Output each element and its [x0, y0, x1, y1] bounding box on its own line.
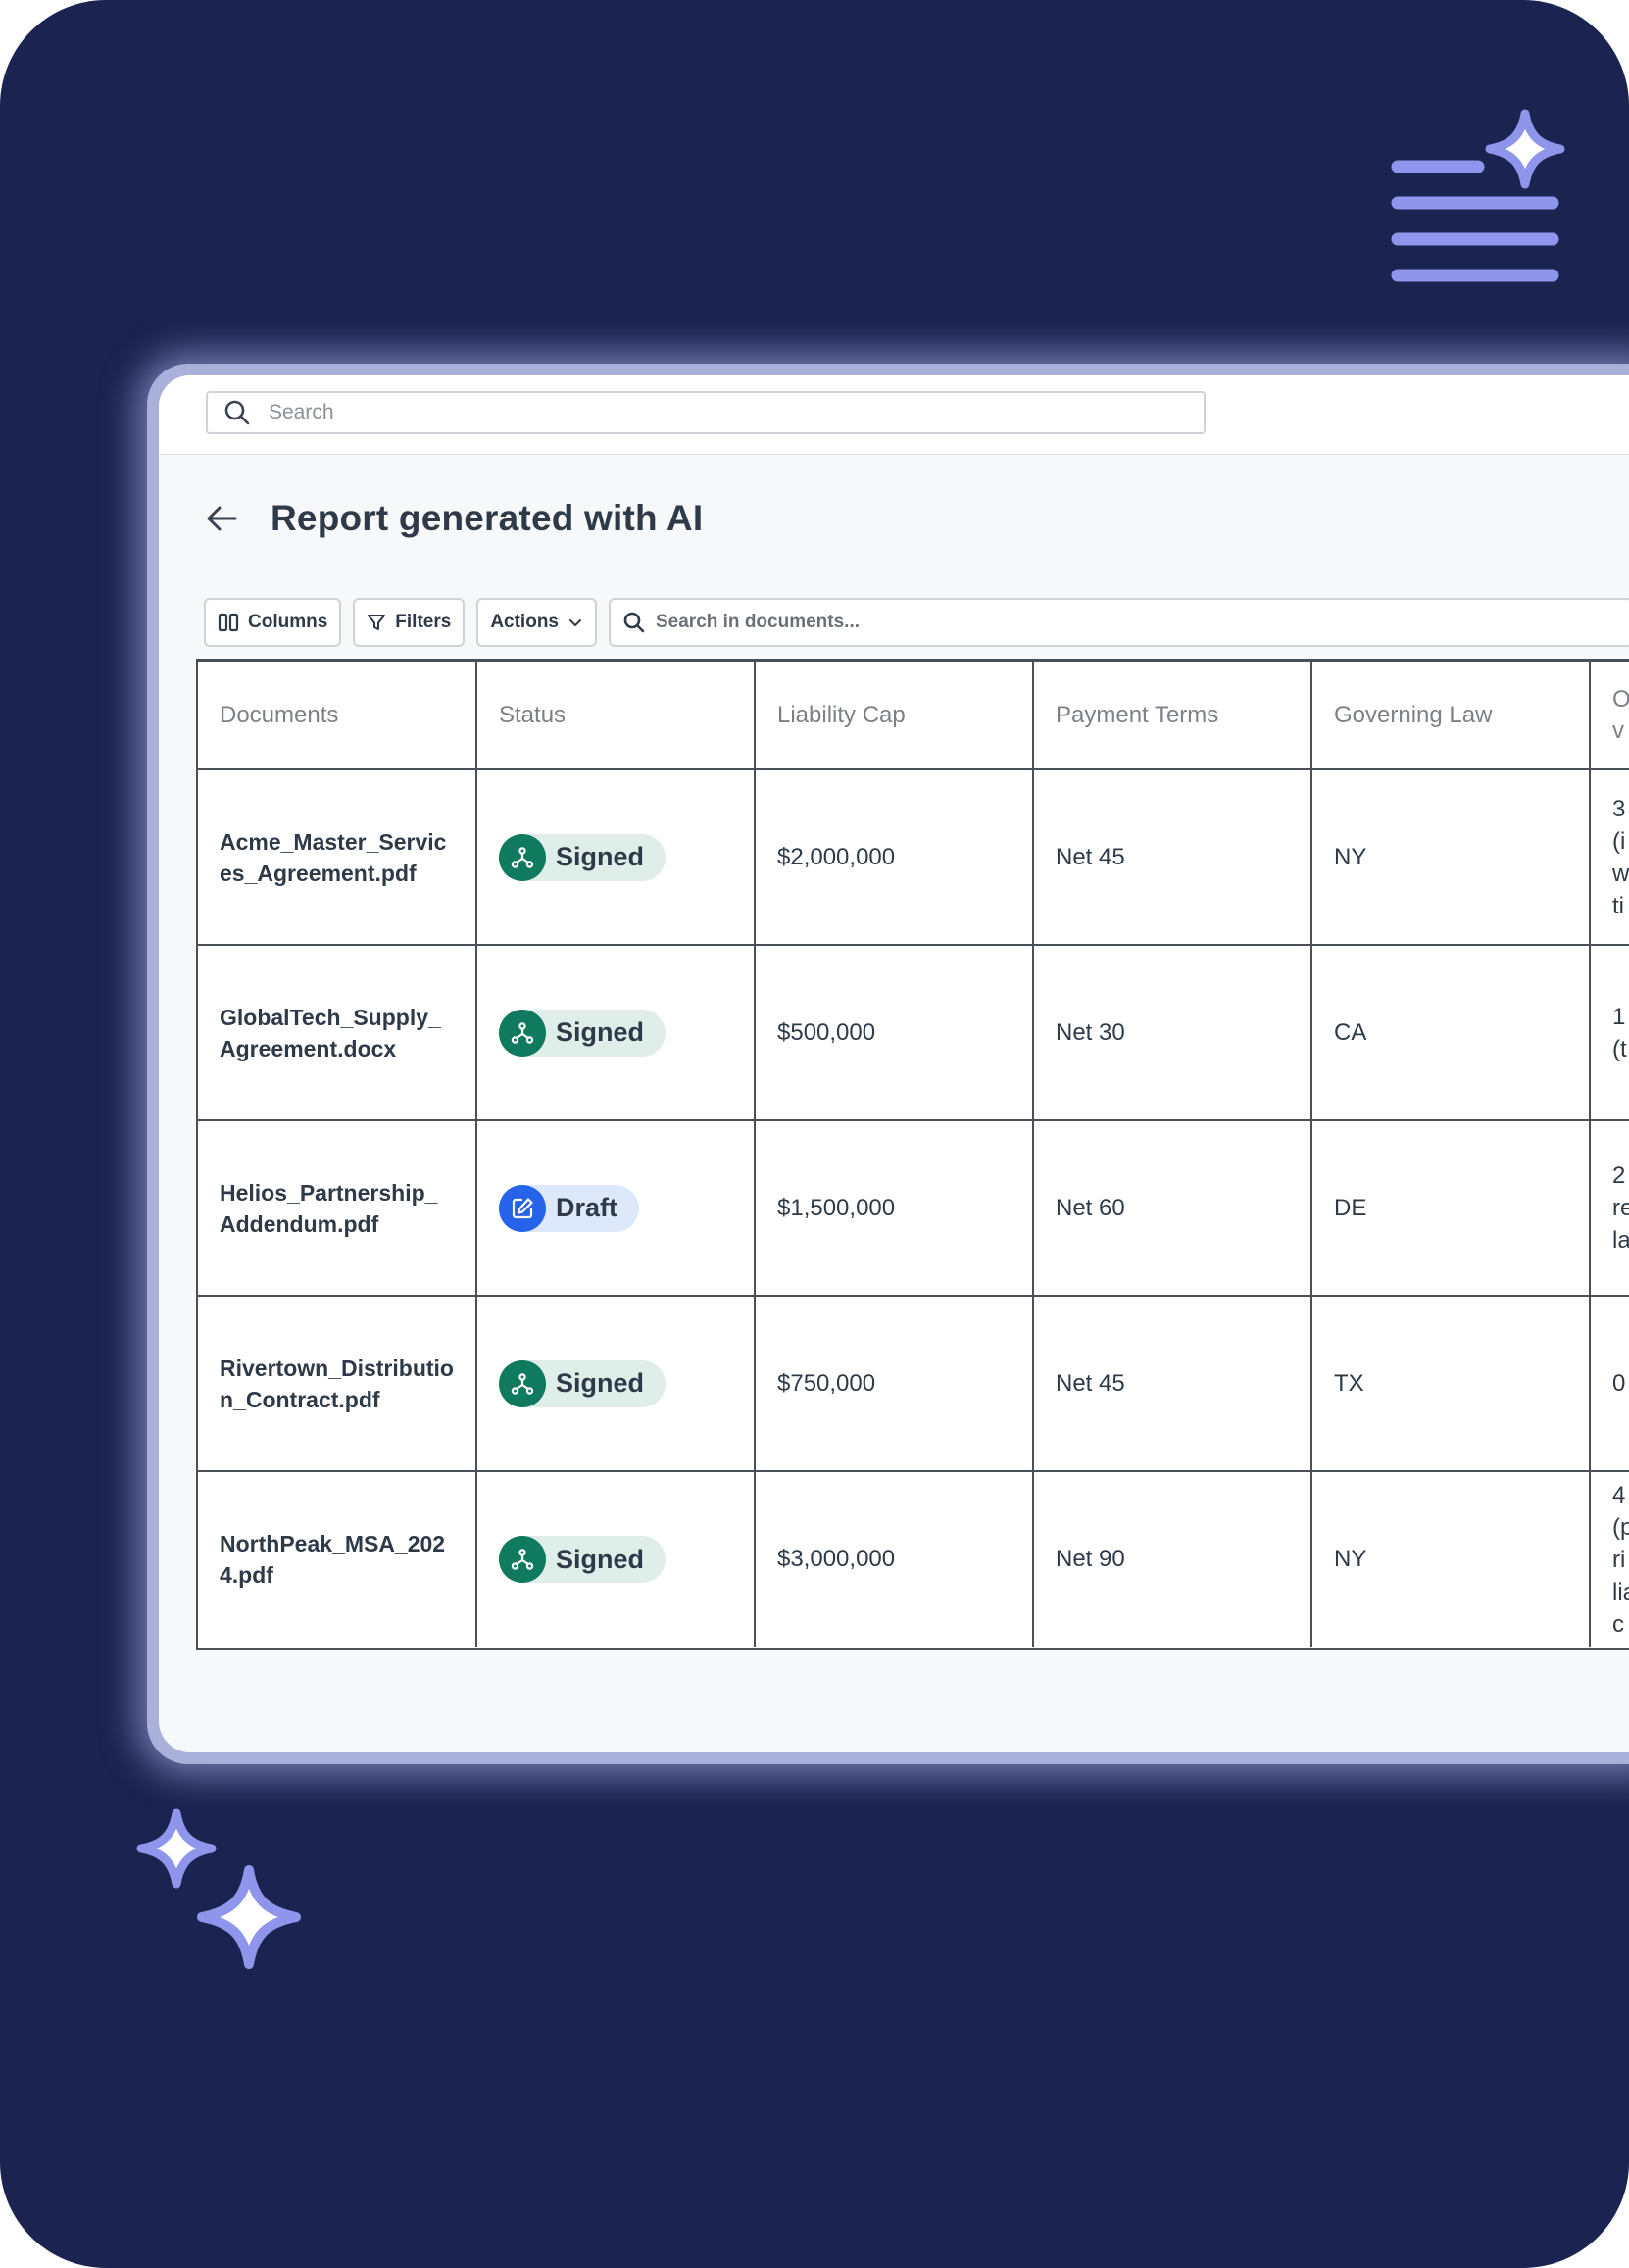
actions-label: Actions: [490, 612, 559, 632]
actions-button[interactable]: Actions: [476, 598, 597, 647]
payment-terms-cell: Net 45: [1033, 769, 1312, 946]
signature-icon: [499, 1536, 546, 1583]
liability-cap-cell: $3,000,000: [755, 1471, 1034, 1647]
table-row[interactable]: Rivertown_Distribution_Contract.pdf Signe…: [198, 1296, 1629, 1472]
arrow-left-icon[interactable]: [202, 499, 241, 538]
status-cell: Signed: [476, 1471, 756, 1647]
table-row[interactable]: NorthPeak_MSA_2024.pdf Signed $3,000,000 Ne…: [198, 1471, 1629, 1647]
table-header-row: Documents Status Liability Cap Payment T…: [198, 662, 1629, 770]
filter-icon: [368, 615, 386, 630]
chevron-down-icon: [569, 619, 581, 626]
edit-icon: [512, 1197, 533, 1218]
governing-law-cell: NY: [1311, 769, 1591, 946]
status-cell: Signed: [476, 769, 756, 946]
status-label: Signed: [556, 842, 645, 871]
column-header[interactable]: O v: [1590, 662, 1629, 770]
truncated-cell: 1 (t: [1590, 945, 1629, 1121]
governing-law-cell: TX: [1311, 1296, 1591, 1472]
payment-terms-cell: Net 30: [1033, 945, 1312, 1121]
liability-cap-cell: $1,500,000: [755, 1120, 1034, 1297]
status-label: Draft: [556, 1193, 618, 1222]
status-badge: Draft: [499, 1184, 640, 1232]
status-label: Signed: [556, 1544, 645, 1574]
status-badge: Signed: [499, 1359, 666, 1407]
ai-list-sparkle-icon: [1391, 109, 1565, 282]
status-label: Signed: [556, 1368, 645, 1398]
document-name[interactable]: Rivertown_Distribution_Contract.pdf: [198, 1296, 477, 1472]
status-label: Signed: [556, 1017, 645, 1047]
document-name[interactable]: NorthPeak_MSA_2024.pdf: [198, 1471, 477, 1647]
truncated-cell: 4 (p ri lia c: [1590, 1471, 1629, 1647]
payment-terms-cell: Net 60: [1033, 1120, 1312, 1297]
truncated-cell: 3 (i w ti: [1590, 769, 1629, 946]
column-header[interactable]: Liability Cap: [755, 662, 1034, 770]
page-title: Report generated with AI: [271, 498, 704, 538]
signature-icon: [511, 846, 534, 868]
liability-cap-cell: $500,000: [755, 945, 1034, 1121]
signature-icon: [511, 1372, 534, 1395]
signature-icon: [499, 1009, 546, 1057]
edit-icon: [499, 1184, 546, 1232]
columns-label: Columns: [248, 612, 328, 632]
signature-icon: [511, 1021, 534, 1044]
column-header[interactable]: Governing Law: [1311, 662, 1591, 770]
column-header[interactable]: Documents: [198, 662, 477, 770]
column-header[interactable]: Status: [476, 662, 756, 770]
table-row[interactable]: Helios_Partnership_Addendum.pdf Draft $1,5…: [198, 1120, 1629, 1297]
status-badge: Signed: [499, 833, 666, 881]
liability-cap-cell: $750,000: [755, 1296, 1034, 1472]
column-header[interactable]: Payment Terms: [1033, 662, 1312, 770]
signature-icon: [499, 1359, 546, 1407]
liability-cap-cell: $2,000,000: [755, 769, 1034, 946]
status-cell: Draft: [476, 1120, 756, 1297]
truncated-cell: 2 re la: [1590, 1120, 1629, 1297]
document-name[interactable]: Acme_Master_Services_Agreement.pdf: [198, 769, 477, 946]
table-row[interactable]: Acme_Master_Services_Agreement.pdf Signed…: [198, 769, 1629, 946]
results-table: Documents Status Liability Cap Payment T…: [196, 659, 1629, 1650]
payment-terms-cell: Net 45: [1033, 1296, 1312, 1472]
double-sparkle-icon: [136, 1808, 301, 1969]
search-icon: [224, 400, 250, 425]
app-window: Report generated with AI Columns Filters…: [159, 375, 1629, 1752]
page-header: Report generated with AI: [202, 489, 703, 548]
document-name[interactable]: GlobalTech_Supply_Agreement.docx: [198, 945, 477, 1121]
status-badge: Signed: [499, 1536, 666, 1583]
filters-label: Filters: [395, 612, 452, 632]
documents-table: Documents Status Liability Cap Payment T…: [198, 662, 1629, 1647]
document-search[interactable]: [609, 598, 1629, 647]
payment-terms-cell: Net 90: [1033, 1471, 1312, 1647]
document-search-input[interactable]: [654, 599, 1629, 646]
table-row[interactable]: GlobalTech_Supply_Agreement.docx Signed $5…: [198, 945, 1629, 1121]
signature-icon: [511, 1549, 534, 1570]
top-bar: [159, 375, 1629, 455]
signature-icon: [499, 833, 546, 881]
status-badge: Signed: [499, 1009, 666, 1057]
governing-law-cell: NY: [1311, 1471, 1591, 1647]
truncated-cell: 0: [1590, 1296, 1629, 1472]
global-search-input[interactable]: [267, 392, 1204, 433]
governing-law-cell: DE: [1311, 1120, 1591, 1297]
status-cell: Signed: [476, 945, 756, 1121]
filters-button[interactable]: Filters: [353, 598, 466, 647]
global-search[interactable]: [206, 391, 1206, 434]
table-toolbar: Columns Filters Actions: [204, 598, 1629, 647]
search-icon: [623, 612, 645, 633]
status-cell: Signed: [476, 1296, 756, 1472]
columns-button[interactable]: Columns: [204, 598, 342, 647]
governing-law-cell: CA: [1311, 945, 1591, 1121]
document-name[interactable]: Helios_Partnership_Addendum.pdf: [198, 1120, 477, 1297]
columns-icon: [218, 613, 239, 632]
